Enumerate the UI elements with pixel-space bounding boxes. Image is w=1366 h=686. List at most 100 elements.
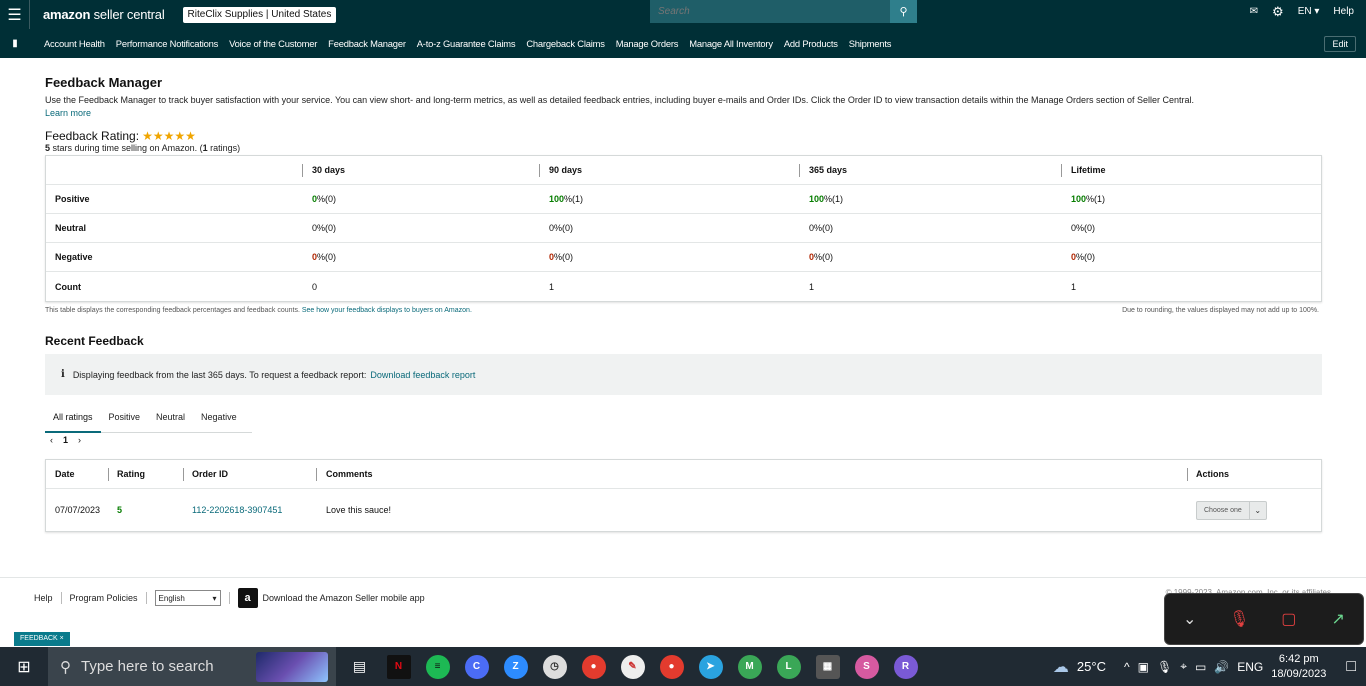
tab-positive[interactable]: Positive [101, 407, 149, 433]
prev-page-icon[interactable]: ‹ [50, 435, 53, 445]
rating-summary: 5 stars during time selling on Amazon. (… [45, 143, 240, 153]
metrics-header-row: 30 days 90 days 365 days Lifetime [46, 156, 1321, 185]
brand-suffix: seller central [93, 7, 165, 22]
learn-more-link[interactable]: Learn more [45, 108, 91, 118]
brand-prefix: amazon [43, 7, 91, 22]
canva-icon[interactable]: C [457, 647, 496, 686]
metrics-cell: 0 %(0) [302, 243, 539, 272]
nav-manage-orders[interactable]: Manage Orders [616, 38, 679, 49]
battery-icon[interactable]: ▭ [1195, 660, 1206, 674]
collapse-chevron-icon[interactable]: ⌄ [1175, 604, 1205, 634]
info-text: Displaying feedback from the last 365 da… [72, 369, 367, 380]
footer-help-link[interactable]: Help [34, 593, 53, 603]
menu-icon[interactable]: ☰ [0, 0, 30, 29]
metrics-label: Negative [55, 252, 93, 262]
chrome-icon[interactable]: M [730, 647, 769, 686]
top-right-controls: ✉ ⚙ EN ▾ Help [1250, 0, 1354, 23]
footer-language-select[interactable]: English ▾ [154, 590, 221, 606]
store-selector[interactable]: RiteClix Supplies | United States [182, 6, 337, 23]
search-icon[interactable]: ⚲ [890, 0, 917, 23]
search-input[interactable] [650, 0, 890, 23]
metrics-cell: 0 %(0) [302, 185, 539, 214]
nav-voice-of-customer[interactable]: Voice of the Customer [229, 38, 317, 49]
calculator-icon[interactable]: ▦ [808, 647, 847, 686]
nav-manage-inventory[interactable]: Manage All Inventory [689, 38, 773, 49]
windows-start-icon[interactable]: ⊞ [0, 647, 48, 686]
mobile-app-link[interactable]: Download the Amazon Seller mobile app [263, 593, 425, 603]
nav-performance-notifications[interactable]: Performance Notifications [116, 38, 219, 49]
metrics-cell: 1 [549, 281, 555, 292]
volume-icon[interactable]: 🔊 [1214, 660, 1229, 674]
metrics-cell: 0 %(0) [1061, 214, 1321, 243]
download-report-link[interactable]: Download feedback report [370, 370, 475, 380]
metrics-header-90: 90 days [539, 156, 799, 185]
nav-a-to-z-claims[interactable]: A-to-z Guarantee Claims [417, 38, 516, 49]
gear-icon[interactable]: ⚙ [1272, 4, 1284, 20]
buyer-display-link[interactable]: See how your feedback displays to buyers… [302, 307, 472, 314]
notification-icon[interactable]: □ [1346, 658, 1356, 676]
chevron-down-icon: ⌄ [1248, 501, 1266, 519]
nav-add-products[interactable]: Add Products [784, 38, 838, 49]
col-actions: Actions [1187, 460, 1321, 488]
mail-icon[interactable]: ✉ [1250, 6, 1258, 17]
language-selector[interactable]: EN ▾ [1298, 6, 1320, 17]
bookmark-icon[interactable]: ▮ [0, 38, 30, 49]
clock[interactable]: 6:42 pm 18/09/2023 [1271, 652, 1326, 682]
metrics-note: This table displays the corresponding fe… [45, 307, 472, 314]
meet-now-icon[interactable]: ▣ [1138, 660, 1149, 674]
brand-logo[interactable]: amazon seller central [43, 7, 165, 22]
temperature[interactable]: 25°C [1077, 659, 1106, 674]
paint-icon[interactable]: ✎ [613, 647, 652, 686]
feedback-header-row: Date Rating Order ID Comments Actions [46, 460, 1321, 489]
language-indicator[interactable]: ENG [1237, 660, 1263, 674]
col-rating[interactable]: Rating [108, 460, 183, 488]
chrome-icon[interactable]: ● [652, 647, 691, 686]
search-icon: ⚲ [60, 658, 71, 676]
nav-shipments[interactable]: Shipments [849, 38, 892, 49]
tab-negative[interactable]: Negative [193, 407, 245, 433]
tab-all-ratings[interactable]: All ratings [45, 407, 101, 433]
share-screen-icon[interactable]: ↗ [1323, 604, 1353, 634]
nav-account-health[interactable]: Account Health [44, 38, 105, 49]
recent-feedback-title: Recent Feedback [45, 334, 144, 348]
rating-summary-text: stars during time selling on Amazon. ( [50, 143, 203, 153]
zoom-icon[interactable]: Z [496, 647, 535, 686]
feedback-tab[interactable]: FEEDBACK × [14, 632, 70, 646]
program-policies-link[interactable]: Program Policies [70, 593, 138, 603]
taskbar-search[interactable]: ⚲ Type here to search [48, 647, 336, 686]
action-dropdown[interactable]: Choose one ⌄ [1196, 500, 1267, 520]
metrics-cell: 0 %(0) [799, 214, 1061, 243]
network-icon[interactable]: ⌖ [1180, 659, 1187, 674]
netflix-icon[interactable]: N [379, 647, 418, 686]
next-page-icon[interactable]: › [78, 435, 81, 445]
amazon-app-icon[interactable]: a [237, 588, 258, 608]
feedback-rating-value: 5 [117, 505, 123, 515]
clock-app-icon[interactable]: ◷ [535, 647, 574, 686]
task-view-icon[interactable]: ▤ [340, 647, 379, 686]
page-number[interactable]: 1 [63, 435, 68, 445]
spotify-icon[interactable]: ≡ [418, 647, 457, 686]
mic-muted-icon[interactable]: 🎙 [1224, 604, 1254, 634]
edit-nav-button[interactable]: Edit [1324, 36, 1356, 52]
chevron-up-icon[interactable]: ^ [1124, 660, 1130, 674]
metrics-header-lifetime: Lifetime [1061, 156, 1321, 185]
camera-off-icon[interactable]: ▢ [1274, 604, 1304, 634]
col-order-id[interactable]: Order ID [183, 460, 316, 488]
taskbar-search-text: Type here to search [81, 658, 214, 675]
nav-feedback-manager[interactable]: Feedback Manager [328, 38, 406, 49]
meeting-controls: ⌄ 🎙 ▢ ↗ [1164, 593, 1364, 645]
help-link[interactable]: Help [1333, 6, 1354, 17]
chrome-icon[interactable]: L [769, 647, 808, 686]
nav-chargeback-claims[interactable]: Chargeback Claims [526, 38, 605, 49]
telegram-icon[interactable]: ➤ [691, 647, 730, 686]
weather-icon[interactable]: ☁ [1053, 657, 1069, 677]
col-date[interactable]: Date [46, 460, 108, 488]
order-id-link[interactable]: 112-2202618-3907451 [192, 505, 282, 515]
microphone-icon[interactable]: 🎙 [1157, 660, 1172, 674]
metric-count: %(0) [317, 194, 337, 204]
chrome-icon[interactable]: ● [574, 647, 613, 686]
tab-neutral[interactable]: Neutral [148, 407, 193, 433]
chrome-icon[interactable]: R [886, 647, 925, 686]
footer-links: Help Program Policies English ▾ a Downloa… [34, 588, 425, 608]
chrome-icon[interactable]: S [847, 647, 886, 686]
